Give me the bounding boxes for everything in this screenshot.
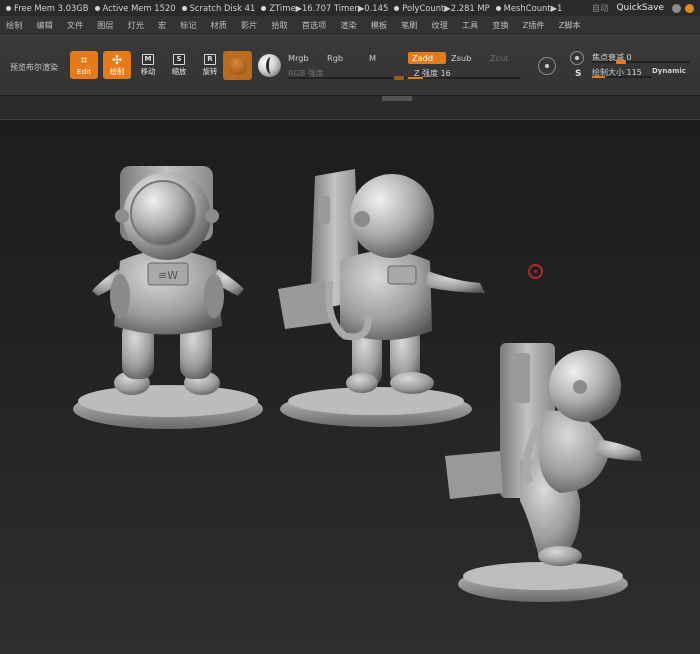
zcut-button[interactable]: Zcut [490, 52, 509, 64]
move-icon: M [142, 53, 154, 65]
menu-item-texture[interactable]: 纹理 [424, 19, 454, 31]
menu-item-picker[interactable]: 拾取 [264, 19, 294, 31]
preview-boolean-render-button[interactable]: 预览布尔渲染 [10, 62, 58, 73]
astronaut-profile-view [445, 343, 642, 602]
bottom-shelf [0, 645, 700, 654]
menu-item-zscript[interactable]: Z脚本 [552, 19, 588, 31]
menu-item-file[interactable]: 文件 [60, 19, 90, 31]
draw-size-slider[interactable]: 绘制大小 115 [592, 66, 652, 78]
menu-item-marker[interactable]: 标记 [173, 19, 203, 31]
zadd-button[interactable]: Zadd [408, 52, 446, 64]
focal-shift-slider[interactable]: 焦点衰减 0 [592, 51, 690, 64]
menu-item-brush[interactable]: 笔刷 [394, 19, 424, 31]
autosave-label: 自动 [591, 3, 609, 13]
zsub-button[interactable]: Zsub [451, 52, 471, 64]
shading-button[interactable] [256, 52, 283, 79]
edit-icon: ⌗ [80, 53, 88, 67]
canvas-viewport[interactable]: ≡W [0, 121, 700, 654]
polycount-stat: PolyCount▶2.281 MP [394, 3, 490, 13]
draw-button[interactable]: ✣ 绘制 [103, 51, 131, 79]
scale-button[interactable]: S 缩放 [165, 51, 193, 79]
menu-item-preferences[interactable]: 首选项 [295, 19, 334, 31]
bullet-icon [394, 5, 400, 11]
dynamic-button[interactable]: Dynamic [652, 67, 686, 75]
menu-item-tool[interactable]: 工具 [455, 19, 485, 31]
menu-item-material[interactable]: 材质 [204, 19, 234, 31]
meshcount-stat: MeshCount▶1 [495, 3, 562, 13]
rotate-button[interactable]: R 旋转 [196, 51, 224, 79]
scratch-disk-stat: Scratch Disk 41 [181, 3, 255, 13]
minimize-button[interactable] [672, 3, 681, 13]
menu-item-stencil[interactable]: 模板 [364, 19, 394, 31]
menu-item-zplugin[interactable]: Z插件 [516, 19, 552, 31]
menu-bar: 绘制 编辑 文件 图层 灯光 宏 标记 材质 影片 拾取 首选项 渲染 模板 笔… [0, 16, 700, 34]
resize-handle[interactable] [382, 96, 412, 101]
brush-cursor-icon [528, 264, 543, 279]
scale-icon: S [173, 53, 185, 65]
menu-item-transform[interactable]: 变换 [485, 19, 515, 31]
shelf-separator [0, 96, 700, 120]
mrgb-button[interactable]: Mrgb [288, 52, 309, 64]
matcap-sphere-icon [258, 54, 281, 77]
focal-shift-icon[interactable] [570, 51, 584, 65]
viewport-render: ≡W [73, 166, 642, 602]
astronaut-front-view: ≡W [73, 166, 263, 429]
astronaut-side-view [278, 169, 485, 427]
rgb-button[interactable]: Rgb [327, 52, 343, 64]
material-sphere-icon [228, 56, 247, 75]
move-button[interactable]: M 移动 [134, 51, 162, 79]
z-intensity-slider[interactable]: Z 强度 16 [408, 67, 520, 79]
draw-icon: ✣ [111, 52, 123, 67]
bullet-icon [261, 5, 267, 11]
close-button[interactable] [685, 3, 694, 13]
bullet-icon [6, 5, 11, 11]
bullet-icon [495, 5, 501, 11]
top-shelf: 预览布尔渲染 ⌗ Edit ✣ 绘制 M 移动 S 缩放 R 旋转 Mrgb R… [0, 34, 700, 96]
status-bar: Free Mem 3.03GB Active Mem 1520 Scratch … [0, 0, 700, 16]
menu-item-edit[interactable]: 编辑 [29, 19, 59, 31]
rgb-intensity-slider[interactable]: RGB 强度 [288, 67, 406, 80]
lazy-mouse-icon[interactable] [538, 57, 556, 75]
quicksave-button[interactable]: QuickSave [616, 3, 664, 13]
menu-item-draw[interactable]: 绘制 [0, 19, 29, 31]
svg-text:≡W: ≡W [158, 269, 178, 282]
bullet-icon [94, 5, 100, 11]
s-label: S [575, 69, 582, 79]
menu-item-layer[interactable]: 图层 [90, 19, 120, 31]
rotate-icon: R [204, 53, 216, 65]
material-button[interactable] [223, 51, 252, 80]
menu-item-movie[interactable]: 影片 [234, 19, 264, 31]
active-mem-stat: Active Mem 1520 [94, 3, 176, 13]
free-mem-stat: Free Mem 3.03GB [6, 3, 89, 13]
bullet-icon [181, 5, 187, 11]
ztime-stat: ZTime▶16.707 Timer▶0.145 [261, 3, 388, 13]
m-button[interactable]: M [369, 52, 376, 64]
menu-item-macro[interactable]: 宏 [151, 19, 173, 31]
edit-button[interactable]: ⌗ Edit [70, 51, 98, 79]
menu-item-render[interactable]: 渲染 [333, 19, 363, 31]
menu-item-light[interactable]: 灯光 [121, 19, 151, 31]
